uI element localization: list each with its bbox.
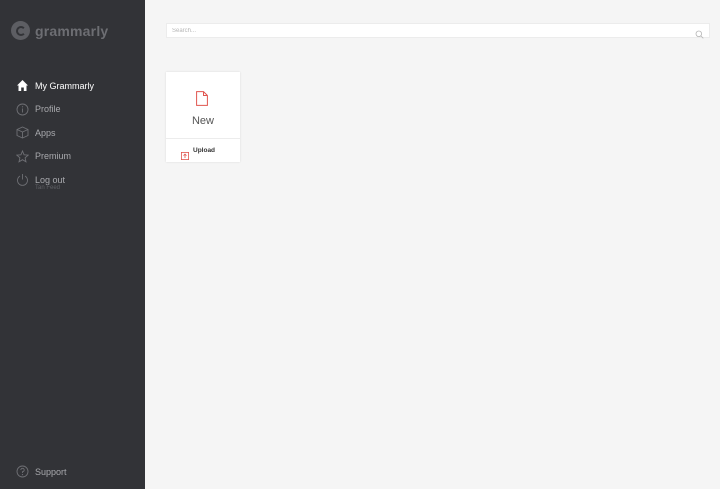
sidebar-nav: My Grammarly Profile Apps Premium Log ou… (0, 74, 145, 198)
sidebar-item-apps[interactable]: Apps (0, 121, 145, 145)
support-label: Support (35, 466, 67, 477)
sidebar-item-label: My Grammarly (35, 80, 94, 91)
home-icon (16, 79, 29, 92)
new-document-card: New Upload (166, 72, 240, 162)
logo[interactable]: grammarly (11, 21, 108, 40)
sidebar-item-label: Profile (35, 104, 61, 115)
new-document-button[interactable]: New (166, 72, 240, 138)
sidebar-item-logout-group: Log out Tan Feed (0, 168, 145, 198)
sidebar-item-label: Premium (35, 151, 72, 162)
search-icon[interactable] (695, 26, 704, 39)
sidebar-item-premium[interactable]: Premium (0, 145, 145, 169)
upload-icon (181, 147, 189, 160)
sidebar: grammarly My Grammarly Profile Apps Prem… (0, 0, 145, 489)
help-icon (16, 465, 29, 478)
support-link[interactable]: Support (16, 465, 67, 478)
power-icon (16, 173, 29, 186)
new-label: New (191, 115, 214, 127)
grammarly-logo-icon (11, 21, 30, 40)
sidebar-item-profile[interactable]: Profile (0, 98, 145, 122)
sidebar-item-label: Log out (35, 174, 66, 185)
logo-text: grammarly (35, 22, 109, 39)
sidebar-item-my-grammarly[interactable]: My Grammarly (0, 74, 145, 98)
search-input[interactable] (167, 24, 692, 37)
upload-label: Upload (193, 147, 216, 154)
document-icon (196, 91, 208, 106)
logged-in-user-name: Tan Feed (35, 185, 61, 191)
star-icon (16, 149, 29, 163)
sidebar-item-logout[interactable]: Log out (0, 168, 145, 192)
search-bar (166, 23, 710, 39)
info-icon (16, 103, 29, 116)
box-icon (16, 126, 29, 139)
sidebar-item-label: Apps (35, 127, 56, 138)
upload-button[interactable]: Upload (166, 139, 240, 162)
